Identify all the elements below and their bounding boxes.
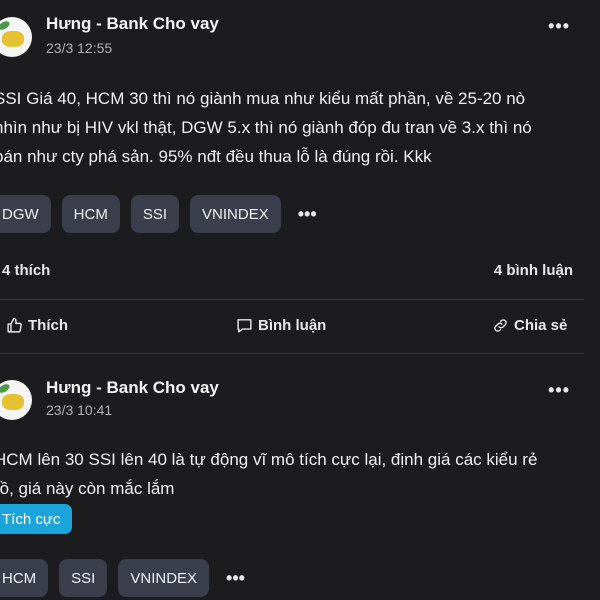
- tag-ssi[interactable]: SSI: [130, 195, 180, 233]
- tag-vnindex[interactable]: VNINDEX: [190, 195, 281, 233]
- share-button[interactable]: Chia sẻ: [492, 317, 567, 334]
- post-card: Hưng - Bank Cho vay 23/3 12:55 ••• SSI G…: [0, 0, 600, 358]
- content-line: rồ, giá này còn mắc lắm: [0, 479, 175, 498]
- avatar[interactable]: [0, 17, 32, 57]
- content-line: SSI Giá 40, HCM 30 thì nó giành mua như …: [0, 89, 526, 108]
- divider: [0, 353, 584, 354]
- tag-list: DGW HCM SSI VNINDEX •••: [0, 194, 323, 234]
- comment-icon: [237, 319, 252, 333]
- content-line: bán như cty phá sản. 95% nđt đều thua lỗ…: [0, 147, 432, 166]
- comment-button[interactable]: Bình luận: [236, 317, 326, 334]
- content-line: HCM lên 30 SSI lên 40 là tự động vĩ mô t…: [0, 450, 538, 469]
- tag-vnindex[interactable]: VNINDEX: [118, 559, 210, 597]
- like-button[interactable]: Thích: [6, 317, 68, 334]
- avatar[interactable]: [0, 380, 32, 420]
- post-time: 23/3 12:55: [46, 40, 113, 56]
- post-time: 23/3 10:41: [46, 402, 113, 418]
- tag-ssi[interactable]: SSI: [59, 559, 108, 597]
- tag-hcm[interactable]: HCM: [0, 559, 49, 597]
- sentiment-badge[interactable]: Tích cực: [0, 504, 73, 534]
- author-name[interactable]: Hưng - Bank Cho vay: [46, 378, 219, 398]
- post-content: SSI Giá 40, HCM 30 thì nó giành mua như …: [0, 84, 594, 171]
- more-tags-icon[interactable]: •••: [292, 204, 323, 225]
- tag-dgw[interactable]: DGW: [0, 195, 51, 233]
- link-icon: [494, 319, 507, 332]
- thumbs-up-icon: [7, 317, 22, 333]
- like-count[interactable]: 4 thích: [2, 262, 50, 279]
- tag-list: HCM SSI VNINDEX •••: [0, 558, 251, 598]
- like-label: Thích: [28, 317, 68, 334]
- share-label: Chia sẻ: [514, 317, 568, 334]
- comment-count[interactable]: 4 bình luận: [494, 262, 573, 279]
- tag-hcm[interactable]: HCM: [61, 195, 120, 233]
- author-name[interactable]: Hưng - Bank Cho vay: [46, 14, 219, 34]
- post-content: HCM lên 30 SSI lên 40 là tự động vĩ mô t…: [0, 445, 594, 503]
- more-options-icon[interactable]: •••: [548, 380, 570, 401]
- content-line: nhìn như bị HIV vkl thật, DGW 5.x thì nó…: [0, 118, 532, 137]
- comment-label: Bình luận: [258, 317, 327, 334]
- more-tags-icon[interactable]: •••: [220, 568, 251, 589]
- more-options-icon[interactable]: •••: [548, 16, 570, 37]
- divider: [0, 299, 584, 300]
